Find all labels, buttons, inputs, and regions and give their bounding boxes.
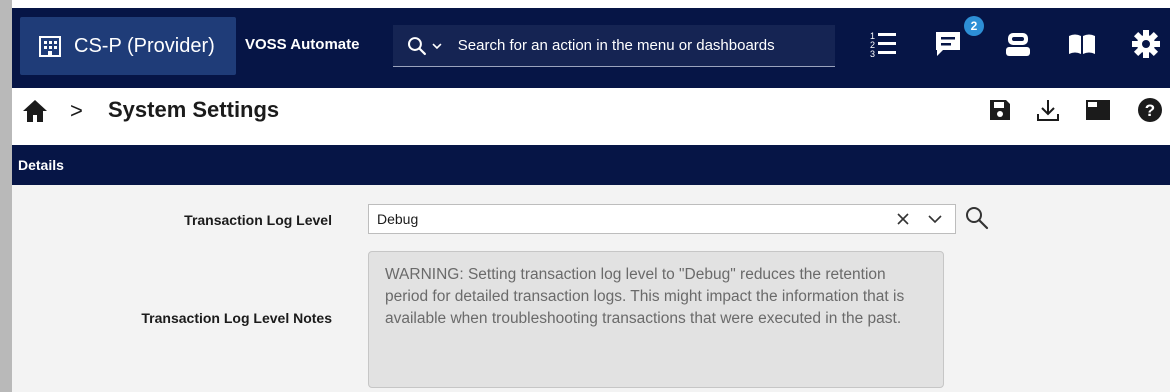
messages-icon[interactable] (930, 26, 966, 62)
chevron-down-icon[interactable] (432, 41, 442, 51)
product-name: VOSS Automate (245, 36, 360, 53)
search-box[interactable] (393, 25, 835, 67)
page-title: System Settings (108, 97, 280, 122)
tenant-selector[interactable]: CS-P (Provider) (20, 17, 236, 75)
save-icon[interactable] (984, 94, 1016, 126)
home-icon[interactable] (22, 98, 48, 124)
help-icon[interactable]: ? (1134, 94, 1166, 126)
tenant-label: CS-P (Provider) (74, 34, 215, 57)
details-form: Transaction Log Level Debug Transaction … (12, 185, 1170, 392)
clear-icon[interactable] (893, 209, 913, 229)
gear-icon[interactable] (1128, 26, 1164, 62)
search-icon[interactable] (407, 36, 427, 56)
top-navigation-bar: CS-P (Provider) VOSS Automate 1 2 3 2 (12, 8, 1170, 88)
download-icon[interactable] (1032, 94, 1064, 126)
chevron-down-icon[interactable] (925, 209, 945, 229)
notification-badge: 2 (964, 16, 984, 36)
section-header: Details (12, 145, 1170, 185)
svg-text:3: 3 (870, 49, 875, 59)
search-icon[interactable] (964, 205, 990, 231)
left-gutter (0, 0, 12, 392)
docs-book-icon[interactable] (1064, 26, 1100, 62)
transaction-log-level-value: Debug (377, 211, 419, 227)
transaction-log-level-select[interactable]: Debug (368, 204, 956, 234)
search-input[interactable] (457, 37, 835, 54)
transaction-log-level-notes-label: Transaction Log Level Notes (141, 310, 332, 326)
assistant-bot-icon[interactable] (1000, 26, 1036, 62)
breadcrumb: > System Settings ? (12, 88, 1170, 134)
svg-text:?: ? (1145, 101, 1155, 120)
breadcrumb-separator: > (70, 98, 83, 123)
transactions-list-icon[interactable]: 1 2 3 (865, 26, 901, 62)
panel-toggle-icon[interactable] (1082, 94, 1114, 126)
transaction-log-level-notes: WARNING: Setting transaction log level t… (368, 251, 944, 388)
transaction-log-level-label: Transaction Log Level (184, 212, 332, 228)
building-icon (39, 36, 61, 57)
